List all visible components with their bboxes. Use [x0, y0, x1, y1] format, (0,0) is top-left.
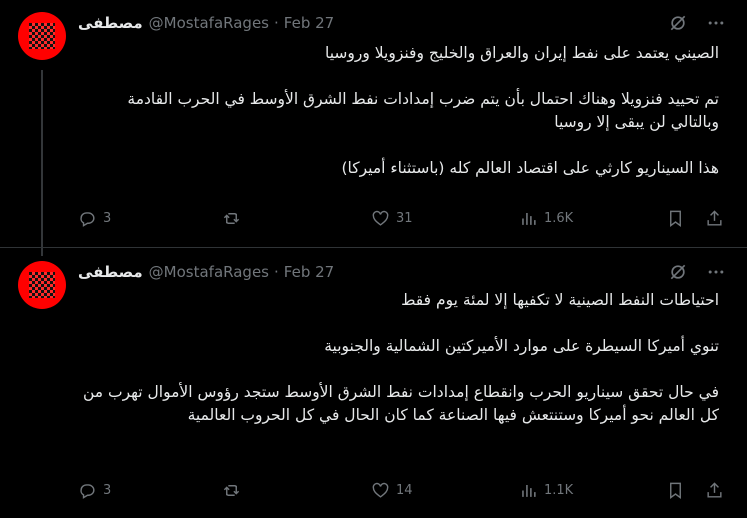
share-button[interactable] [705, 209, 724, 228]
avatar-pattern [29, 23, 55, 49]
reply-icon [80, 211, 95, 227]
tweet-header: مصطفى @MostafaRages · Feb 27 [78, 12, 727, 34]
author-name[interactable]: مصطفى [78, 14, 143, 32]
tweet[interactable]: مصطفى @MostafaRages · Feb 27 الصيني يعتم… [0, 12, 747, 252]
tweet-date[interactable]: Feb 27 [284, 263, 334, 281]
tweet-text: احتياطات النفط الصينية لا تكفيها إلا لمئ… [78, 289, 719, 427]
bookmark-icon [670, 482, 681, 499]
retweet-button[interactable] [222, 209, 247, 228]
reply-button[interactable]: 3 [78, 209, 111, 228]
like-count: 31 [396, 210, 413, 226]
reply-count: 3 [103, 210, 112, 226]
tweet-header: مصطفى @MostafaRages · Feb 27 [78, 261, 727, 283]
tweet-paragraph: في حال تحقق سيناريو الحرب وانقطاع إمدادا… [82, 383, 719, 424]
tweet-paragraph: تم تحييد فنزويلا وهناك احتمال بأن يتم ضر… [127, 90, 719, 131]
heart-icon [372, 482, 389, 498]
like-button[interactable]: 31 [371, 209, 413, 228]
reply-button[interactable]: 3 [78, 481, 111, 500]
tweet-paragraph: تنوي أميركا السيطرة على موارد الأميركتين… [324, 337, 719, 355]
tweet-divider [0, 247, 747, 248]
like-button[interactable]: 14 [371, 481, 413, 500]
tweet-date[interactable]: Feb 27 [284, 14, 334, 32]
tweet-paragraph: هذا السيناريو كارثي على اقتصاد العالم كل… [341, 159, 719, 177]
more-icon[interactable] [705, 261, 727, 283]
retweet-button[interactable] [222, 481, 247, 500]
tweet-paragraph: احتياطات النفط الصينية لا تكفيها إلا لمئ… [401, 291, 719, 309]
views-button[interactable]: 1.1K [519, 481, 573, 500]
avatar[interactable] [18, 12, 66, 60]
more-icon[interactable] [705, 12, 727, 34]
grok-icon[interactable] [667, 261, 689, 283]
bookmark-button[interactable] [666, 209, 685, 228]
grok-icon[interactable] [667, 12, 689, 34]
tweet-text: الصيني يعتمد على نفط إيران والعراق والخل… [78, 42, 719, 180]
like-count: 14 [396, 482, 413, 498]
views-icon [522, 212, 536, 225]
views-icon [522, 484, 536, 497]
reply-icon [80, 483, 95, 499]
bookmark-icon [670, 210, 681, 227]
heart-icon [372, 210, 389, 226]
tweet[interactable]: مصطفى @MostafaRages · Feb 27 احتياطات ال… [0, 261, 747, 511]
header-separator: · [274, 14, 279, 32]
share-icon [707, 209, 722, 226]
reply-count: 3 [103, 482, 112, 498]
tweet-actions: 3 31 1.6K [78, 208, 729, 228]
views-count: 1.1K [544, 482, 574, 498]
views-count: 1.6K [544, 210, 574, 226]
bookmark-button[interactable] [666, 481, 685, 500]
views-button[interactable]: 1.6K [519, 209, 573, 228]
retweet-icon [223, 212, 240, 224]
tweet-paragraph: الصيني يعتمد على نفط إيران والعراق والخل… [325, 44, 719, 62]
share-icon [707, 481, 722, 498]
author-handle[interactable]: @MostafaRages [149, 14, 269, 32]
retweet-icon [223, 484, 240, 496]
avatar-pattern [29, 272, 55, 298]
share-button[interactable] [705, 481, 724, 500]
header-separator: · [274, 263, 279, 281]
tweet-actions: 3 14 1.1K [78, 480, 729, 500]
avatar[interactable] [18, 261, 66, 309]
author-handle[interactable]: @MostafaRages [149, 263, 269, 281]
author-name[interactable]: مصطفى [78, 263, 143, 281]
